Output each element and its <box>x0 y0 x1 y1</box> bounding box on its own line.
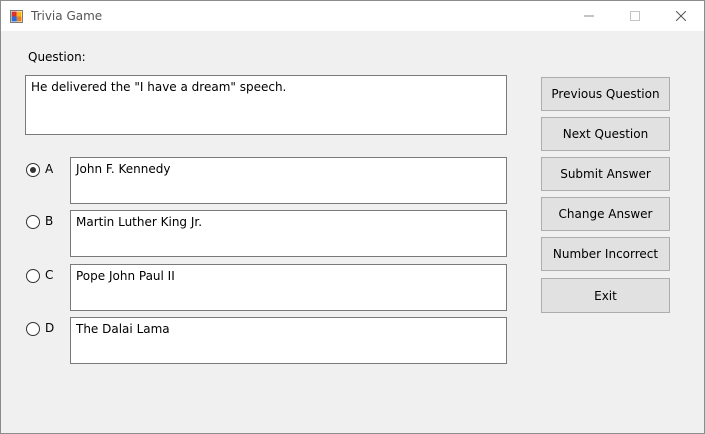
minimize-button[interactable] <box>566 1 612 31</box>
answer-b-textbox[interactable]: Martin Luther King Jr. <box>70 210 507 257</box>
title-bar[interactable]: Trivia Game <box>1 1 704 31</box>
trivia-game-window: Trivia Game Question: He delivered the "… <box>0 0 705 434</box>
radio-label-d: D <box>45 321 55 335</box>
radio-label-a: A <box>45 162 54 176</box>
radio-circle <box>26 163 40 177</box>
radio-answer-d[interactable]: D <box>26 321 66 336</box>
question-textbox[interactable]: He delivered the "I have a dream" speech… <box>25 75 507 135</box>
question-label: Question: <box>28 50 86 64</box>
previous-question-button[interactable]: Previous Question <box>541 77 670 111</box>
radio-label-b: B <box>45 214 54 228</box>
radio-answer-c[interactable]: C <box>26 268 66 283</box>
next-question-button[interactable]: Next Question <box>541 117 670 151</box>
maximize-icon <box>630 11 640 21</box>
radio-answer-b[interactable]: B <box>26 214 66 229</box>
answer-d-textbox[interactable]: The Dalai Lama <box>70 317 507 364</box>
number-incorrect-button[interactable]: Number Incorrect <box>541 237 670 271</box>
answer-a-textbox[interactable]: John F. Kennedy <box>70 157 507 204</box>
radio-circle <box>26 322 40 336</box>
change-answer-button[interactable]: Change Answer <box>541 197 670 231</box>
minimize-icon <box>584 15 594 17</box>
window-title: Trivia Game <box>31 9 103 23</box>
radio-circle <box>26 215 40 229</box>
close-icon <box>676 11 686 21</box>
radio-answer-a[interactable]: A <box>26 162 66 177</box>
radio-selected-dot <box>30 167 36 173</box>
app-icon <box>10 10 23 23</box>
radio-circle <box>26 269 40 283</box>
answer-c-textbox[interactable]: Pope John Paul II <box>70 264 507 311</box>
submit-answer-button[interactable]: Submit Answer <box>541 157 670 191</box>
maximize-button[interactable] <box>612 1 658 31</box>
close-button[interactable] <box>658 1 704 31</box>
radio-label-c: C <box>45 268 54 282</box>
exit-button[interactable]: Exit <box>541 278 670 313</box>
